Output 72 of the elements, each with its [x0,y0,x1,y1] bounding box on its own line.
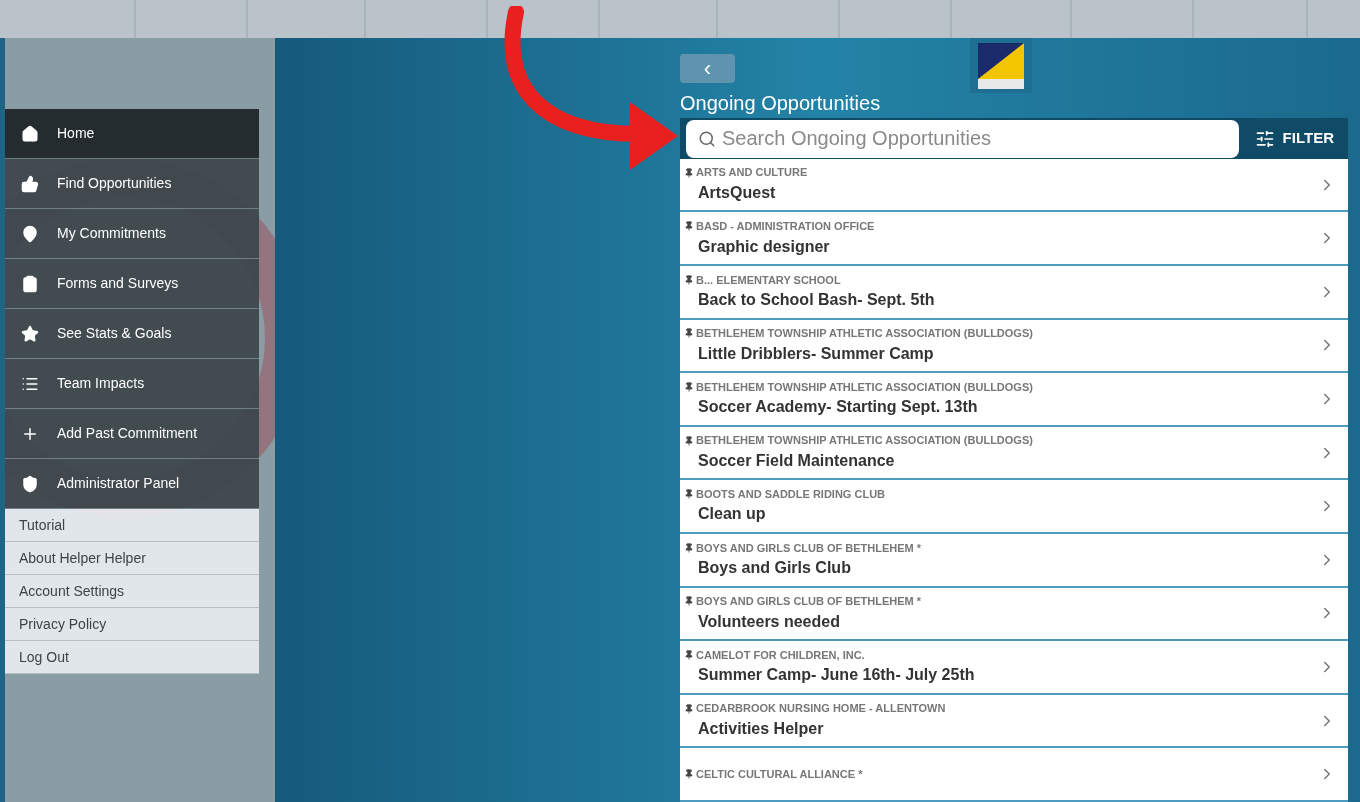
search-field[interactable]: Search Ongoing Opportunities [686,119,1239,158]
opportunity-row[interactable]: BOYS AND GIRLS CLUB OF BETHLEHEM * Boys and Girls Club [680,534,1348,588]
opportunity-row[interactable]: CELTIC CULTURAL ALLIANCE * [680,748,1348,802]
opportunity-row[interactable]: BETHLEHEM TOWNSHIP ATHLETIC ASSOCIATION (BULLDOGS) Soccer Field Maintenance [680,426,1348,481]
pin-icon [684,596,694,607]
menu-link[interactable]: Log Out [5,641,259,674]
category-label: BETHLEHEM TOWNSHIP ATHLETIC ASSOCIATION (BULLDOGS) [696,379,1033,395]
filter-button[interactable]: FILTER [1246,119,1342,158]
clipboard-icon [21,274,39,293]
opportunity-row[interactable]: ARTS AND CULTURE ArtsQuest [680,158,1348,213]
opportunity-name: Back to School Bash- Sept. 5th [698,290,936,311]
pin-icon [684,221,694,232]
filter-icon [1254,128,1275,149]
category-label: BOYS AND GIRLS CLUB OF BETHLEHEM * [696,594,922,610]
opportunity-name: Little Dribblers- Summer Camp [698,343,935,364]
menu-item[interactable]: Add Past Commitment [5,409,259,459]
opportunity-row[interactable]: BOOTS AND SADDLE RIDING CLUB Clean up [680,480,1348,535]
opportunity-name: Volunteers needed [698,611,841,632]
pin-icon [684,542,694,553]
star-icon [21,324,39,343]
opportunity-row[interactable]: BETHLEHEM TOWNSHIP ATHLETIC ASSOCIATION (BULLDOGS) Little Dribblers- Summer Camp [680,319,1348,374]
menu-item[interactable]: Find Opportunities [5,159,259,209]
shield-icon [21,474,39,493]
opportunity-name: Graphic designer [698,236,831,257]
home-icon [21,124,39,143]
menu-link[interactable]: Privacy Policy [5,608,259,641]
opportunity-name: Activities Helper [698,718,825,739]
category-label: CAMELOT FOR CHILDREN, INC. [696,647,865,663]
menu-item[interactable]: Forms and Surveys [5,259,259,309]
opportunity-row[interactable]: BASD - ADMINISTRATION OFFICE Graphic designer [680,212,1348,267]
menu-link[interactable]: About Helper Helper [5,542,259,575]
pin-icon [684,167,694,178]
pin-icon [684,435,694,446]
logo-icon [970,38,1032,93]
opportunity-name: Soccer Field Maintenance [698,450,896,471]
opportunity-name: Clean up [698,504,767,525]
menu-link[interactable]: Account Settings [5,575,259,608]
category-label: B... ELEMENTARY SCHOOL [696,272,841,288]
thumb-up-icon [21,174,39,193]
pin-icon [684,489,694,500]
menu-item[interactable]: My Commitments [5,209,259,259]
pin-icon [684,382,694,393]
category-label: CELTIC CULTURAL ALLIANCE * [696,766,863,782]
category-label: CEDARBROOK NURSING HOME - ALLENTOWN [696,701,946,717]
pin-icon [684,328,694,339]
opportunity-name: Boys and Girls Club [698,558,852,579]
pin-icon [684,274,694,285]
category-label: BETHLEHEM TOWNSHIP ATHLETIC ASSOCIATION (BULLDOGS) [696,326,1033,342]
menu-item[interactable]: Home [5,109,259,159]
opportunity-name: Summer Camp- June 16th- July 25th [698,665,976,686]
pin-icon [684,650,694,660]
page-title: Ongoing Opportunities [680,91,881,117]
category-label: BOOTS AND SADDLE RIDING CLUB [696,487,886,502]
menu-item[interactable]: Team Impacts [5,359,259,409]
pin-icon [684,703,694,714]
opportunity-row[interactable]: B... ELEMENTARY SCHOOL Back to School Bash- Sept. 5th [680,266,1348,320]
opportunity-row[interactable]: CEDARBROOK NURSING HOME - ALLENTOWN Activities Helper [680,694,1348,749]
menu-item[interactable]: See Stats & Goals [5,309,259,359]
category-label: ARTS AND CULTURE [696,165,808,181]
category-label: BOYS AND GIRLS CLUB OF BETHLEHEM * [696,540,922,556]
menu-item[interactable]: Administrator Panel [5,459,259,509]
opportunity-name: Soccer Academy- Starting Sept. 13th [698,397,979,418]
search-icon [698,129,716,148]
category-label: BASD - ADMINISTRATION OFFICE [696,219,875,234]
opportunity-row[interactable]: BETHLEHEM TOWNSHIP ATHLETIC ASSOCIATION (BULLDOGS) Soccer Academy- Starting Sept. 13th [680,373,1348,427]
opportunity-row[interactable]: CAMELOT FOR CHILDREN, INC. Summer Camp- June 16th- July 25th [680,641,1348,695]
opportunity-row[interactable]: BOYS AND GIRLS CLUB OF BETHLEHEM * Volunteers needed [680,587,1348,642]
map-pin-icon [21,224,39,243]
menu-link[interactable]: Tutorial [5,509,259,542]
pin-icon [684,769,694,780]
opportunity-name: ArtsQuest [698,182,777,203]
category-label: BETHLEHEM TOWNSHIP ATHLETIC ASSOCIATION (BULLDOGS) [696,433,1033,449]
